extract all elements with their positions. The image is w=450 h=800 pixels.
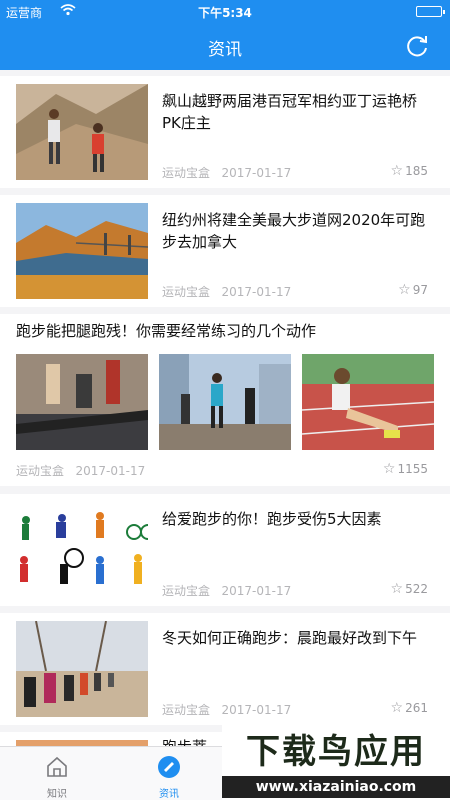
favorite-count[interactable]: ☆ 1155: [383, 461, 428, 477]
news-thumbnail: [16, 203, 148, 299]
news-thumbnail: [16, 84, 148, 180]
page-title: 资讯: [208, 40, 242, 60]
clock: 下午5:34: [198, 6, 252, 20]
news-title[interactable]: 纽约州将建全美最大步道网2020年可跑步去加拿大: [162, 209, 432, 253]
star-icon: ☆: [390, 163, 404, 179]
news-item[interactable]: 跑步能把腿跑残！你需要经常练习的几个动作 运动宝盒 2017-01-17 ☆ 1…: [0, 314, 450, 486]
news-item[interactable]: 纽约州将建全美最大步道网2020年可跑步去加拿大 运动宝盒 2017-01-17…: [0, 195, 450, 307]
news-thumbnail: [16, 502, 148, 598]
news-thumbnail: [159, 354, 291, 450]
battery-icon: [416, 6, 445, 17]
news-source: 运动宝盒: [162, 584, 211, 598]
star-icon: ☆: [382, 461, 396, 477]
favorite-count[interactable]: ☆ 522: [391, 581, 428, 597]
favorite-count[interactable]: ☆ 261: [391, 700, 428, 716]
news-date: 2017-01-17: [221, 285, 292, 299]
news-title[interactable]: 给爱跑步的你！跑步受伤5大因素: [162, 508, 432, 530]
watermark-url: www.xiazainiao.com: [222, 776, 450, 798]
news-meta: 运动宝盒 2017-01-17: [162, 164, 291, 181]
news-meta: 运动宝盒 2017-01-17: [16, 462, 145, 479]
news-date: 2017-01-17: [75, 464, 146, 478]
star-count: 261: [405, 701, 428, 715]
news-item[interactable]: 冬天如何正确跑步：晨跑最好改到下午 运动宝盒 2017-01-17 ☆ 261: [0, 613, 450, 725]
favorite-count[interactable]: ☆ 97: [398, 282, 428, 298]
favorite-count[interactable]: ☆ 185: [391, 163, 428, 179]
news-title[interactable]: 跑步能把腿跑残！你需要经常练习的几个动作: [16, 320, 436, 342]
star-count: 1155: [397, 462, 428, 476]
news-item[interactable]: 给爱跑步的你！跑步受伤5大因素 运动宝盒 2017-01-17 ☆ 522: [0, 494, 450, 606]
star-count: 97: [412, 283, 428, 297]
news-meta: 运动宝盒 2017-01-17: [162, 283, 291, 300]
news-source: 运动宝盒: [162, 285, 211, 299]
news-source: 运动宝盒: [162, 166, 211, 180]
news-date: 2017-01-17: [221, 703, 292, 717]
status-bar: 运营商 下午5:34: [0, 0, 450, 22]
news-thumbnail: [16, 621, 148, 717]
star-icon: ☆: [390, 700, 404, 716]
news-thumbnail: [302, 354, 434, 450]
news-feed[interactable]: 飙山越野两届港百冠军相约亚丁运艳桥PK庄主 运动宝盒 2017-01-17 ☆ 1…: [0, 70, 450, 746]
news-date: 2017-01-17: [221, 166, 292, 180]
news-title[interactable]: 冬天如何正确跑步：晨跑最好改到下午: [162, 627, 432, 649]
refresh-icon[interactable]: [404, 33, 430, 59]
news-title[interactable]: 飙山越野两届港百冠军相约亚丁运艳桥PK庄主: [162, 90, 432, 134]
news-date: 2017-01-17: [221, 584, 292, 598]
star-count: 185: [405, 164, 428, 178]
nav-bar: 资讯: [0, 22, 450, 70]
tab-label: 资讯: [159, 789, 179, 800]
home-icon: [45, 755, 69, 779]
star-icon: ☆: [398, 282, 411, 298]
watermark-logo: 下载鸟应用 www.xiazainiao.com: [222, 716, 450, 800]
watermark-brand: 下载鸟应用: [246, 732, 426, 772]
tab-knowledge[interactable]: 知识: [2, 747, 112, 800]
news-source: 运动宝盒: [162, 703, 211, 717]
star-icon: ☆: [390, 581, 404, 597]
news-thumbnail: [16, 354, 148, 450]
news-item[interactable]: 飙山越野两届港百冠军相约亚丁运艳桥PK庄主 运动宝盒 2017-01-17 ☆ 1…: [0, 76, 450, 188]
news-source: 运动宝盒: [16, 464, 65, 478]
tab-label: 知识: [47, 789, 67, 800]
news-meta: 运动宝盒 2017-01-17: [162, 582, 291, 599]
star-count: 522: [405, 582, 428, 596]
compass-icon: [157, 755, 181, 779]
tab-news[interactable]: 资讯: [114, 747, 224, 800]
